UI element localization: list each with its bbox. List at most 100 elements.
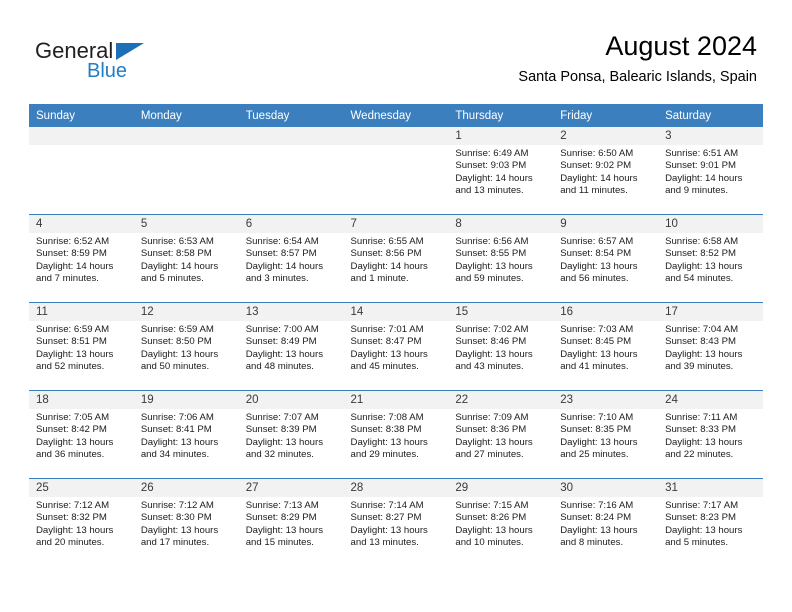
day-number: 20: [238, 391, 344, 409]
calendar-day-cell[interactable]: 2 Sunrise: 6:50 AM Sunset: 9:02 PM Daylight…: [553, 127, 659, 215]
day-sun-info: Sunrise: 7:00 AM Sunset: 8:49 PM Daylight:…: [239, 321, 344, 374]
calendar-day-cell[interactable]: 15 Sunrise: 7:02 AM Sunset: 8:46 PM Dayligh…: [448, 302, 554, 391]
daylight-line: and 36 minutes.: [36, 449, 105, 461]
calendar-day-cell[interactable]: 22 Sunrise: 7:09 AM Sunset: 8:36 PM Dayligh…: [448, 390, 554, 479]
daylight-line: and 8 minutes.: [560, 537, 624, 549]
calendar-day-cell[interactable]: 6 Sunrise: 6:54 AM Sunset: 8:57 PM Daylight…: [238, 214, 344, 303]
calendar-day-cell[interactable]: 7 Sunrise: 6:55 AM Sunset: 8:56 PM Daylight…: [343, 214, 449, 303]
daylight-line: Daylight: 13 hours: [665, 260, 743, 272]
sunrise-line: Sunrise: 7:15 AM: [455, 500, 529, 511]
calendar-day-cell[interactable]: 17 Sunrise: 7:04 AM Sunset: 8:43 PM Dayligh…: [658, 302, 763, 391]
calendar-day-cell[interactable]: 18 Sunrise: 7:05 AM Sunset: 8:42 PM Dayligh…: [29, 390, 134, 479]
sunset-line: Sunset: 8:41 PM: [140, 424, 212, 436]
calendar-day-cell[interactable]: 3 Sunrise: 6:51 AM Sunset: 9:01 PM Daylight…: [658, 127, 763, 215]
sunrise-line: Sunrise: 7:09 AM: [455, 412, 529, 423]
day-cell-inner: 16 Sunrise: 7:03 AM Sunset: 8:45 PM Dayligh…: [553, 303, 659, 390]
day-sun-info: Sunrise: 7:01 AM Sunset: 8:47 PM Daylight:…: [344, 321, 449, 374]
sunset-line: Sunset: 8:38 PM: [350, 424, 422, 436]
day-number: 6: [238, 215, 344, 233]
daylight-line: Daylight: 14 hours: [665, 172, 743, 184]
sunrise-line: Sunrise: 7:12 AM: [140, 500, 214, 511]
calendar-day-cell[interactable]: 9 Sunrise: 6:57 AM Sunset: 8:54 PM Daylight…: [553, 214, 659, 303]
sunset-line: Sunset: 8:30 PM: [140, 512, 212, 524]
daylight-line: Daylight: 13 hours: [245, 436, 324, 448]
sunrise-line: Sunrise: 6:57 AM: [560, 236, 634, 247]
daylight-line: and 41 minutes.: [560, 361, 629, 373]
calendar-week-row: 1 Sunrise: 6:49 AM Sunset: 9:03 PM Daylight…: [29, 127, 763, 215]
day-cell-inner: 15 Sunrise: 7:02 AM Sunset: 8:46 PM Dayligh…: [448, 303, 554, 390]
calendar-day-cell[interactable]: 13 Sunrise: 7:00 AM Sunset: 8:49 PM Dayligh…: [238, 302, 344, 391]
day-number: 14: [343, 303, 449, 321]
day-sun-info: Sunrise: 6:53 AM Sunset: 8:58 PM Daylight:…: [134, 233, 239, 286]
calendar-day-cell[interactable]: 4 Sunrise: 6:52 AM Sunset: 8:59 PM Daylight…: [29, 214, 134, 303]
day-sun-info: [29, 145, 134, 148]
daylight-line: and 10 minutes.: [455, 537, 524, 549]
sunset-line: Sunset: 9:02 PM: [560, 160, 632, 172]
calendar-day-cell[interactable]: 28 Sunrise: 7:14 AM Sunset: 8:27 PM Dayligh…: [343, 478, 449, 566]
calendar-day-cell[interactable]: 27 Sunrise: 7:13 AM Sunset: 8:29 PM Dayligh…: [238, 478, 344, 566]
general-blue-logo[interactable]: General Blue: [35, 38, 235, 84]
logo-triangle-icon: [116, 43, 144, 60]
sunrise-line: Sunrise: 6:59 AM: [140, 324, 214, 335]
calendar-day-cell[interactable]: 25 Sunrise: 7:12 AM Sunset: 8:32 PM Dayligh…: [29, 478, 134, 566]
day-sun-info: Sunrise: 6:58 AM Sunset: 8:52 PM Daylight:…: [658, 233, 763, 286]
daylight-line: and 45 minutes.: [350, 361, 419, 373]
calendar-day-cell[interactable]: 26 Sunrise: 7:12 AM Sunset: 8:30 PM Dayligh…: [133, 478, 239, 566]
calendar-day-cell[interactable]: 21 Sunrise: 7:08 AM Sunset: 8:38 PM Dayligh…: [343, 390, 449, 479]
sunset-line: Sunset: 8:47 PM: [350, 336, 422, 348]
daylight-line: and 52 minutes.: [36, 361, 105, 373]
calendar-day-cell[interactable]: 24 Sunrise: 7:11 AM Sunset: 8:33 PM Dayligh…: [658, 390, 763, 479]
sunset-line: Sunset: 8:46 PM: [455, 336, 527, 348]
day-sun-info: Sunrise: 7:16 AM Sunset: 8:24 PM Daylight:…: [553, 497, 658, 550]
calendar-day-cell[interactable]: 20 Sunrise: 7:07 AM Sunset: 8:39 PM Dayligh…: [238, 390, 344, 479]
day-sun-info: Sunrise: 6:59 AM Sunset: 8:51 PM Daylight:…: [29, 321, 134, 374]
day-sun-info: Sunrise: 7:14 AM Sunset: 8:27 PM Daylight:…: [344, 497, 449, 550]
calendar-day-cell[interactable]: 12 Sunrise: 6:59 AM Sunset: 8:50 PM Dayligh…: [133, 302, 239, 391]
calendar-day-cell[interactable]: 10 Sunrise: 6:58 AM Sunset: 8:52 PM Dayligh…: [658, 214, 763, 303]
sunrise-line: Sunrise: 7:10 AM: [560, 412, 634, 423]
sunrise-line: Sunrise: 7:03 AM: [560, 324, 634, 335]
daylight-line: and 56 minutes.: [560, 273, 629, 285]
daylight-line: and 9 minutes.: [665, 185, 728, 197]
sunrise-line: Sunrise: 6:50 AM: [560, 148, 634, 159]
calendar-day-cell[interactable]: 14 Sunrise: 7:01 AM Sunset: 8:47 PM Dayligh…: [343, 302, 449, 391]
calendar-day-cell[interactable]: 5 Sunrise: 6:53 AM Sunset: 8:58 PM Daylight…: [133, 214, 239, 303]
day-number: 23: [553, 391, 659, 409]
calendar-day-cell[interactable]: 1 Sunrise: 6:49 AM Sunset: 9:03 PM Daylight…: [448, 127, 554, 215]
daylight-line: and 50 minutes.: [140, 361, 210, 373]
day-number: 22: [448, 391, 554, 409]
day-number: 9: [553, 215, 659, 233]
sunrise-line: Sunrise: 6:56 AM: [455, 236, 529, 247]
calendar-day-cell[interactable]: 16 Sunrise: 7:03 AM Sunset: 8:45 PM Dayligh…: [553, 302, 659, 391]
sunrise-line: Sunrise: 7:06 AM: [140, 412, 214, 423]
calendar-page: General Blue August 2024 Santa Ponsa, Ba…: [0, 0, 792, 612]
daylight-line: Daylight: 13 hours: [560, 260, 638, 272]
day-sun-info: Sunrise: 7:04 AM Sunset: 8:43 PM Daylight:…: [658, 321, 763, 374]
calendar-day-cell-empty: [343, 127, 449, 215]
daylight-line: and 25 minutes.: [560, 449, 629, 461]
day-cell-inner: 8 Sunrise: 6:56 AM Sunset: 8:55 PM Daylight…: [448, 215, 554, 302]
sunrise-line: Sunrise: 7:16 AM: [560, 500, 634, 511]
daylight-line: Daylight: 13 hours: [36, 348, 114, 360]
day-number: 7: [343, 215, 449, 233]
calendar-day-cell[interactable]: 8 Sunrise: 6:56 AM Sunset: 8:55 PM Daylight…: [448, 214, 554, 303]
sunrise-line: Sunrise: 7:02 AM: [455, 324, 529, 335]
daylight-line: Daylight: 13 hours: [560, 524, 638, 536]
calendar-day-cell[interactable]: 11 Sunrise: 6:59 AM Sunset: 8:51 PM Dayligh…: [29, 302, 134, 391]
day-number: 5: [133, 215, 239, 233]
calendar-day-cell[interactable]: 29 Sunrise: 7:15 AM Sunset: 8:26 PM Dayligh…: [448, 478, 554, 566]
day-cell-inner: 20 Sunrise: 7:07 AM Sunset: 8:39 PM Dayligh…: [238, 391, 344, 478]
day-cell-inner: 29 Sunrise: 7:15 AM Sunset: 8:26 PM Dayligh…: [448, 479, 554, 566]
day-sun-info: Sunrise: 7:03 AM Sunset: 8:45 PM Daylight:…: [553, 321, 658, 374]
daylight-line: Daylight: 13 hours: [245, 524, 324, 536]
day-sun-info: Sunrise: 7:02 AM Sunset: 8:46 PM Daylight:…: [448, 321, 553, 374]
calendar-day-cell[interactable]: 31 Sunrise: 7:17 AM Sunset: 8:23 PM Dayligh…: [658, 478, 763, 566]
day-number: 13: [238, 303, 344, 321]
calendar-day-cell[interactable]: 30 Sunrise: 7:16 AM Sunset: 8:24 PM Dayligh…: [553, 478, 659, 566]
day-number: 25: [29, 479, 134, 497]
calendar-day-cell[interactable]: 23 Sunrise: 7:10 AM Sunset: 8:35 PM Dayligh…: [553, 390, 659, 479]
calendar-day-cell[interactable]: 19 Sunrise: 7:06 AM Sunset: 8:41 PM Dayligh…: [133, 390, 239, 479]
sunrise-line: Sunrise: 7:13 AM: [245, 500, 319, 511]
day-number: 21: [343, 391, 449, 409]
day-number: 31: [658, 479, 763, 497]
